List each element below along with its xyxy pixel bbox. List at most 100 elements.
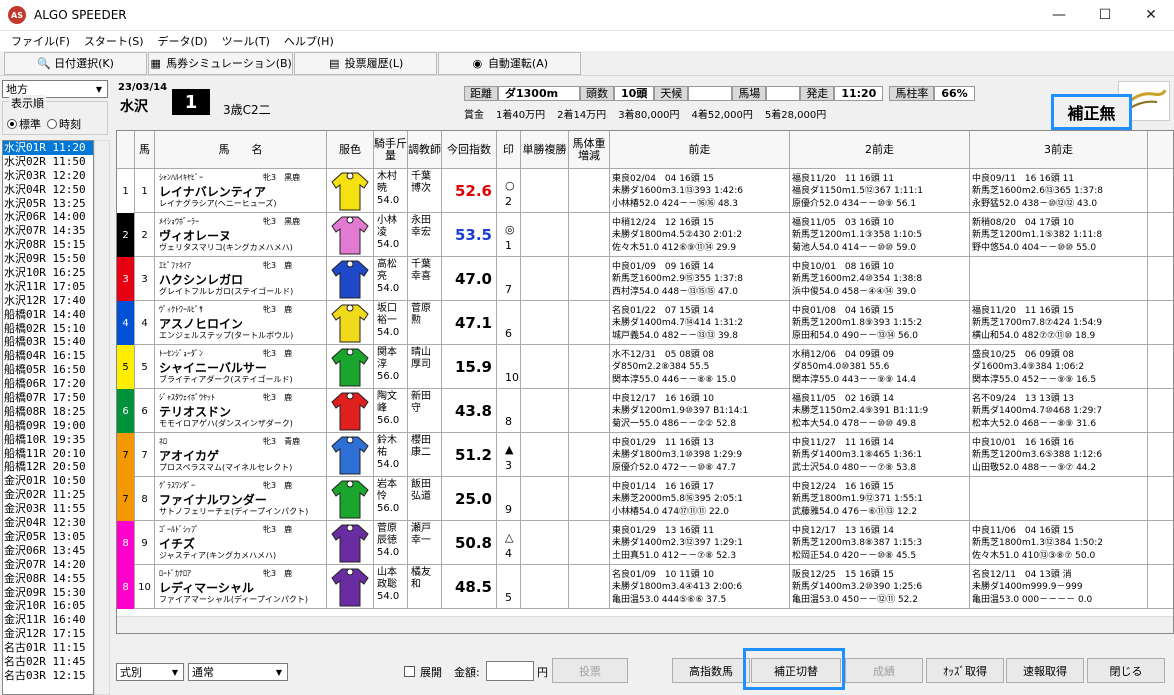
race-list-item[interactable]: 水沢10R 16:25 — [3, 266, 93, 280]
race-list-item[interactable]: 船橋06R 17:20 — [3, 377, 93, 391]
minimize-button[interactable]: — — [1036, 0, 1082, 31]
race-list-item[interactable]: 金沢08R 14:55 — [3, 572, 93, 586]
race-list-item[interactable]: 金沢12R 17:15 — [3, 627, 93, 641]
high-index-button[interactable]: 高指数馬 — [672, 658, 750, 683]
prediction-mark[interactable]: △ — [505, 531, 513, 544]
race-list-scrollbar[interactable] — [94, 140, 110, 695]
race-list-item[interactable]: 水沢02R 11:50 — [3, 155, 93, 169]
past-race-1: 中稍12/24 12 16頭 15 未勝ダ1800m4.5②430 2:01:2 佐… — [610, 213, 790, 257]
table-row[interactable]: 8 10 ﾛｰﾄﾞｶﾅﾛｱ 牝3 鹿レディマーシャル ファイアマーシャル(ディープインパ… — [117, 565, 1173, 609]
search-icon: 🔍 — [37, 56, 51, 70]
col-header-index: 今回指数 — [442, 131, 497, 169]
sort-standard-radio[interactable]: 標準 — [7, 116, 41, 132]
race-list-item[interactable]: 水沢07R 14:35 — [3, 224, 93, 238]
amount-input[interactable] — [486, 661, 534, 681]
race-list-item[interactable]: 金沢06R 13:45 — [3, 544, 93, 558]
results-button[interactable]: 成績 — [845, 658, 923, 683]
prediction-mark[interactable]: ◎ — [505, 223, 515, 236]
race-list-item[interactable]: 水沢03R 12:20 — [3, 169, 93, 183]
race-list-item[interactable]: 水沢04R 12:50 — [3, 183, 93, 197]
table-row[interactable]: 4 4 ｳﾞｨｸﾄﾜｰﾙﾋﾟｻ 牝3 鹿アスノヒロイン エンジェルステップ(タートルボウ… — [117, 301, 1173, 345]
table-row[interactable]: 6 6 ｼﾞｬｽﾀｳｪｲﾎﾞｳﾔｯﾄ 牝3 鹿テリオスドン モモイロアゲハ(ダンスインザ… — [117, 389, 1173, 433]
race-list-item[interactable]: 金沢07R 14:20 — [3, 558, 93, 572]
race-list-item[interactable]: 船橋05R 16:50 — [3, 363, 93, 377]
table-row[interactable]: 1 1 ｼｬﾝﾊﾙｲｷﾔﾋﾞｰ 牝3 黒鹿 レイナバレンティア レイナグラシア(ヘニーヒュ… — [117, 169, 1173, 213]
jockey-info: 坂口 — [377, 303, 397, 314]
menu-help[interactable]: ヘルプ(H) — [277, 33, 341, 49]
waku-number: 1 — [122, 185, 129, 197]
menu-start[interactable]: スタート(S) — [77, 33, 151, 49]
horse-sire: ﾛｰﾄﾞｶﾅﾛｱ — [159, 569, 191, 578]
table-row[interactable]: 7 8 ｸﾞﾗｽﾜﾝﾀﾞｰ 牝3 鹿ファイナルワンダー サトノフェリーチェ(ディープイン… — [117, 477, 1173, 521]
race-list-item[interactable]: 船橋07R 17:50 — [3, 391, 93, 405]
vote-button[interactable]: 投票 — [552, 658, 628, 683]
race-list-item[interactable]: 金沢04R 12:30 — [3, 516, 93, 530]
race-class: 3歳C2二 — [223, 103, 271, 117]
close-window-button[interactable]: ✕ — [1128, 0, 1174, 31]
prediction-mark[interactable]: ○ — [505, 179, 515, 192]
race-list-item[interactable]: 船橋02R 15:10 — [3, 322, 93, 336]
past-race-jockey: 亀田温53.0 444⑤⑥⑥ 37.5 — [612, 595, 727, 605]
vote-history-button[interactable]: ▤ 投票履歴(L) — [294, 51, 437, 75]
sort-time-radio[interactable]: 時刻 — [47, 116, 81, 132]
race-list-item[interactable]: 金沢09R 15:30 — [3, 586, 93, 600]
menu-tools[interactable]: ツール(T) — [215, 33, 277, 49]
table-row[interactable]: 7 7 ﾈﾛ 牝3 青鹿 アオイカゲ プロスペラスマム(マイネルセレクト) 鈴木祐 54.0 櫻… — [117, 433, 1173, 477]
race-list-item[interactable]: 水沢11R 17:05 — [3, 280, 93, 294]
race-list-item[interactable]: 船橋01R 14:40 — [3, 308, 93, 322]
race-list-item[interactable]: 船橋03R 15:40 — [3, 335, 93, 349]
race-list-item[interactable]: 水沢08R 15:15 — [3, 238, 93, 252]
race-list-item[interactable]: 船橋04R 16:15 — [3, 349, 93, 363]
race-list-item[interactable]: 船橋11R 20:10 — [3, 447, 93, 461]
horse-dam: プロスペラスマム(マイネルセレクト) — [159, 463, 293, 472]
menu-file[interactable]: ファイル(F) — [4, 33, 77, 49]
bet-type-select[interactable]: 式別 ▼ — [116, 663, 184, 681]
race-list-item[interactable]: 金沢02R 11:25 — [3, 488, 93, 502]
table-row[interactable]: 8 9 ｺﾞｰﾙﾄﾞｼｯﾌﾟ 牝3 鹿イチズ ジャスティア(キングカメハメハ) 菅原 辰徳 5… — [117, 521, 1173, 565]
race-list-item[interactable]: 船橋08R 18:25 — [3, 405, 93, 419]
bet-mode-select[interactable]: 通常 ▼ — [188, 663, 288, 681]
race-venue: 水沢 — [120, 99, 148, 115]
prediction-mark[interactable]: ▲ — [505, 443, 513, 456]
race-list-item[interactable]: 水沢09R 15:50 — [3, 252, 93, 266]
horse-number: 5 — [141, 361, 148, 373]
table-row[interactable]: 5 5 ﾄｰｾﾝｼﾞｮｰﾀﾞﾝ 牝3 鹿シャイニーバルサー ブライティアダーク(ステイゴ… — [117, 345, 1173, 389]
menu-data[interactable]: データ(D) — [151, 33, 215, 49]
race-list-item[interactable]: 水沢05R 13:25 — [3, 197, 93, 211]
fast-result-button[interactable]: 速報取得 — [1006, 658, 1084, 683]
race-list-item[interactable]: 船橋12R 20:50 — [3, 460, 93, 474]
close-button[interactable]: 閉じる — [1087, 658, 1165, 683]
betting-simulation-button[interactable]: ▦ 馬券シミュレーション(B) — [148, 51, 293, 75]
jockey-silk-icon — [331, 348, 369, 387]
race-list-item[interactable]: 名古01R 11:15 — [3, 641, 93, 655]
correction-status: 補正無 — [1051, 94, 1132, 130]
race-list-item[interactable]: 水沢12R 17:40 — [3, 294, 93, 308]
popularity-rank: 7 — [505, 283, 512, 296]
col-header-weight: 馬体重増減 — [569, 131, 610, 169]
horse-sire: ｳﾞｨｸﾄﾜｰﾙﾋﾟｻ — [159, 305, 203, 314]
race-list-item[interactable]: 金沢11R 16:40 — [3, 613, 93, 627]
race-list-item[interactable]: 名古03R 12:15 — [3, 669, 93, 683]
col-header-past2: 2前走 — [790, 131, 970, 169]
race-list-item[interactable]: 金沢01R 10:50 — [3, 474, 93, 488]
amount-label: 金額: — [454, 666, 480, 679]
maximize-button[interactable]: ☐ — [1082, 0, 1128, 31]
get-odds-button[interactable]: ｵｯｽﾞ取得 — [926, 658, 1004, 683]
race-list-item[interactable]: 水沢06R 14:00 — [3, 210, 93, 224]
race-list-item[interactable]: 金沢03R 11:55 — [3, 502, 93, 516]
grid-horizontal-scrollbar[interactable] — [117, 616, 1173, 633]
table-row[interactable]: 3 3 ｴﾋﾟﾌｧﾈｲｱ 牝3 鹿ハクシンレガロ グレイトフルレガロ(ステイゴールド) 高… — [117, 257, 1173, 301]
race-list-item[interactable]: 名古02R 11:45 — [3, 655, 93, 669]
race-list-item[interactable]: 水沢01R 11:20 — [3, 141, 93, 155]
race-list-item[interactable]: 金沢05R 13:05 — [3, 530, 93, 544]
race-list-item[interactable]: 船橋09R 19:00 — [3, 419, 93, 433]
race-list-item[interactable]: 金沢10R 16:05 — [3, 599, 93, 613]
menu-bar: ファイル(F) スタート(S) データ(D) ツール(T) ヘルプ(H) — [0, 31, 1174, 51]
date-select-button[interactable]: 🔍 日付選択(K) — [4, 51, 147, 75]
popularity-rank: 1 — [505, 239, 512, 252]
expand-checkbox[interactable] — [404, 666, 415, 677]
table-row[interactable]: 2 2 ﾒｲｼｮｳﾎﾞｰﾗｰ 牝3 黒鹿 ヴィオレーヌ ヴェリタスマリコ(キングカメハメハ… — [117, 213, 1173, 257]
race-list-item[interactable]: 船橋10R 19:35 — [3, 433, 93, 447]
auto-run-button[interactable]: ◉ 自動運転(A) — [438, 51, 581, 75]
past-race-1: 中良01/14 16 16頭 17 未勝芝2000m5.8⑯395 2:05:1 小… — [610, 477, 790, 521]
